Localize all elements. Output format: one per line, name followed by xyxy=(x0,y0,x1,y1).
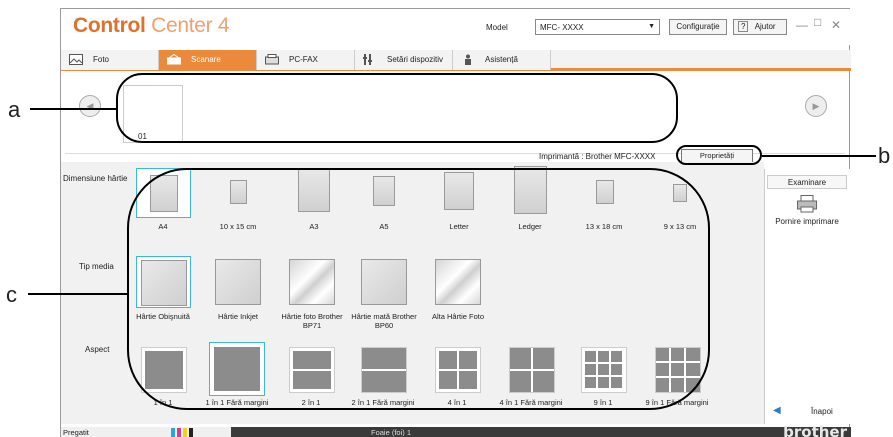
help-icon: ? xyxy=(738,21,749,32)
callout-c-label: c xyxy=(6,282,17,307)
tab-photo[interactable]: Foto xyxy=(61,50,159,70)
config-button[interactable]: Configurație xyxy=(669,19,727,35)
callout-c-line xyxy=(28,293,127,295)
callout-b-label: b xyxy=(878,143,891,168)
back-button[interactable]: ◀ Înapoi xyxy=(769,405,847,419)
photo-icon xyxy=(69,54,83,65)
media-type-label: Tip media xyxy=(79,262,114,271)
tab-label: Scanare xyxy=(191,55,221,64)
chevron-down-icon: ▼ xyxy=(648,23,655,30)
tab-pc-fax[interactable]: PC-FAX xyxy=(257,50,355,70)
ink-magenta-icon xyxy=(177,428,181,437)
status-ready: Pregatit xyxy=(61,427,231,437)
callout-a-label: a xyxy=(8,97,21,122)
tab-device-settings[interactable]: Setări dispozitiv xyxy=(355,50,453,70)
model-value: MFC- XXXX xyxy=(540,23,584,32)
tab-label: Setări dispozitiv xyxy=(387,55,444,64)
fax-icon xyxy=(265,54,279,65)
sheet-count: Foaie (foi) 1 xyxy=(371,428,412,437)
callout-b-line xyxy=(762,155,876,157)
ink-cyan-icon xyxy=(171,428,175,437)
tab-label: PC-FAX xyxy=(289,55,318,64)
status-bar: Pregatit Foaie (foi) 1 brother xyxy=(61,423,851,437)
action-side-panel: Examinare Pornire imprimare ◀ Înapoi xyxy=(764,169,850,424)
start-print-button[interactable]: Pornire imprimare xyxy=(767,217,847,226)
next-page-button[interactable]: ▶ xyxy=(805,95,827,117)
model-label: Model xyxy=(486,23,508,32)
tab-bar: Foto Scanare PC-FAX Setări dispozitiv As… xyxy=(61,50,851,71)
tab-label: Foto xyxy=(93,55,110,64)
printer-icon xyxy=(797,195,817,213)
title-bar: Control Center 4 Model MFC- XXXX ▼ Confi… xyxy=(61,9,851,45)
app-logo: Control Center 4 xyxy=(73,14,230,37)
tab-support[interactable]: Asistență xyxy=(453,50,551,70)
tab-scan[interactable]: Scanare xyxy=(159,50,257,70)
device-settings-icon xyxy=(363,54,372,65)
maximize-icon[interactable]: □ xyxy=(814,15,821,29)
printer-label: Imprimantă : Brother MFC-XXXX xyxy=(539,152,656,161)
scanner-icon xyxy=(167,54,181,65)
person-icon xyxy=(465,54,471,65)
model-select[interactable]: MFC- XXXX ▼ xyxy=(535,19,660,35)
previous-page-button[interactable]: ◀ xyxy=(79,95,101,117)
help-button[interactable]: ? Ajutor xyxy=(733,19,787,35)
ink-yellow-icon xyxy=(183,428,187,437)
callout-a-outline xyxy=(116,73,678,143)
close-icon[interactable]: ✕ xyxy=(831,18,841,32)
tab-label: Asistență xyxy=(485,55,518,64)
minimize-icon[interactable]: — xyxy=(796,18,808,32)
back-label: Înapoi xyxy=(811,407,833,416)
arrow-left-icon: ◀ xyxy=(773,405,781,416)
browse-button[interactable]: Examinare xyxy=(767,175,847,189)
ink-black-icon xyxy=(189,428,193,437)
help-label: Ajutor xyxy=(754,22,776,31)
status-text: Pregatit xyxy=(63,428,89,437)
callout-b-outline xyxy=(676,145,762,165)
callout-c-outline xyxy=(127,168,710,410)
brother-logo: brother xyxy=(783,423,847,437)
paper-size-label: Dimensiune hârtie xyxy=(63,174,128,183)
callout-a-line xyxy=(30,108,116,110)
aspect-label: Aspect xyxy=(85,345,110,354)
